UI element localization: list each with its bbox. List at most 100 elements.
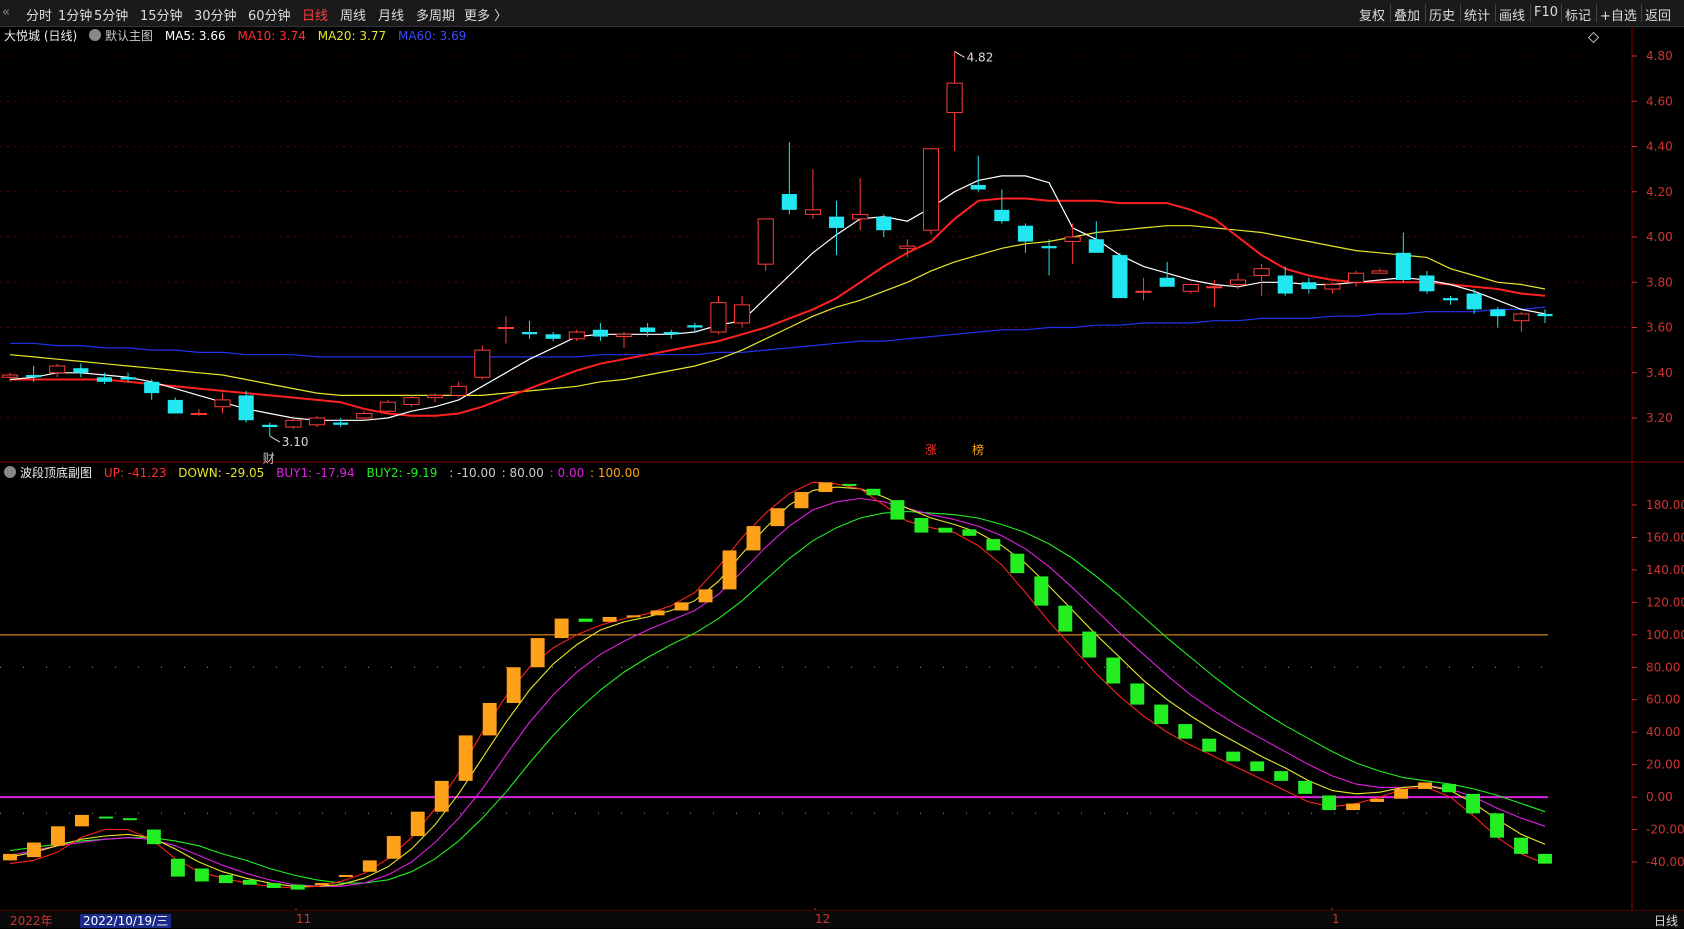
toolbar-separator — [1390, 4, 1391, 22]
toolbar-button-3[interactable]: 统计 — [1464, 5, 1490, 24]
candle-body-down — [687, 325, 703, 328]
sub-bar — [1538, 853, 1552, 864]
candle-body-down — [144, 381, 160, 394]
candle-body-up — [615, 333, 633, 338]
nav-back-icon[interactable]: « — [2, 5, 10, 20]
sub-bar — [1106, 657, 1121, 684]
candle-body-down — [96, 377, 113, 382]
candle-body-up — [190, 412, 207, 415]
sub-bar — [554, 618, 569, 639]
sub-tick-label: 140.00 — [1646, 563, 1684, 577]
candle-body-up — [1182, 284, 1199, 292]
sub-bar — [1514, 837, 1528, 854]
month-label-11: 11 — [296, 912, 312, 926]
candle-body-down — [1159, 277, 1175, 287]
sub-bar — [794, 492, 809, 509]
main-tick-label: 4.80 — [1646, 49, 1673, 63]
sub-bar — [434, 780, 449, 812]
candle-body-down — [828, 216, 845, 228]
event-marker-zhang: 涨 — [925, 442, 937, 457]
top-toolbar: « 分时 1分钟 5分钟 15分钟 30分钟 60分钟 日线 周线 月线 多周期 更多 〉 复权 叠加… — [0, 0, 1684, 27]
period-tab-4[interactable]: 30分钟 — [194, 5, 237, 24]
sub-bar — [1130, 683, 1145, 705]
ma10-line — [10, 197, 1546, 417]
period-tab-5[interactable]: 60分钟 — [248, 5, 291, 24]
toolbar-button-7[interactable]: +自选 — [1600, 5, 1637, 24]
sub-bar — [3, 853, 17, 861]
candle-body-up — [1513, 313, 1530, 322]
candle-body-down — [1466, 293, 1482, 310]
main-tick-label: 3.20 — [1646, 411, 1673, 425]
sub-bar — [842, 483, 857, 486]
period-tab-6[interactable]: 日线 — [302, 5, 328, 24]
sub-bar — [1394, 788, 1409, 799]
candle-body-up — [450, 385, 467, 396]
candle-body-up — [403, 397, 420, 405]
candle-body-up — [497, 327, 514, 329]
ma20-line — [9, 225, 1546, 396]
event-marker-cai: 财 — [263, 452, 275, 466]
toolbar-separator — [1641, 4, 1642, 22]
candle-body-down — [1112, 255, 1128, 299]
chart-canvas[interactable]: 4.80 4.60 4.40 4.20 4.00 3.80 3.60 3.40 3.20 4.82… — [0, 26, 1684, 910]
sub-tick-label: 160.00 — [1646, 530, 1684, 544]
sub-bar — [602, 616, 617, 622]
period-tab-7[interactable]: 周线 — [340, 5, 366, 24]
period-tab-9[interactable]: 多周期 — [416, 5, 455, 24]
sub-tick-label: -20.00 — [1646, 823, 1684, 837]
sub-bar — [1250, 761, 1265, 772]
toolbar-button-8[interactable]: 返回 — [1645, 5, 1671, 24]
sub-bar — [482, 702, 497, 736]
sub-bar — [146, 829, 161, 845]
candle-body-down — [1419, 275, 1435, 292]
toolbar-separator — [1530, 4, 1531, 22]
sub-bar — [242, 879, 257, 885]
period-tab-1[interactable]: 1分钟 — [58, 5, 92, 24]
sub-tick-label: -40.00 — [1646, 855, 1684, 869]
sub-bar — [27, 842, 41, 858]
sub-bar — [914, 517, 929, 533]
toolbar-button-6[interactable]: 标记 — [1565, 5, 1591, 24]
sub-bar — [698, 589, 713, 603]
sub-bar — [51, 826, 65, 846]
candle-body-up — [214, 399, 231, 408]
toolbar-button-2[interactable]: 历史 — [1429, 5, 1455, 24]
period-tab-2[interactable]: 5分钟 — [94, 5, 128, 24]
low-price-label: 3.10 — [282, 435, 309, 449]
candle-body-up — [1253, 268, 1270, 276]
sub-bar — [1178, 724, 1193, 739]
toolbar-button-4[interactable]: 画线 — [1499, 5, 1525, 24]
sub-tick-label: 120.00 — [1646, 595, 1684, 609]
sub-bar — [1466, 793, 1481, 814]
candle-body-down — [262, 424, 278, 428]
sub-bar — [1058, 605, 1073, 632]
sub-bar — [194, 868, 209, 882]
candle-body-down — [545, 334, 561, 339]
main-tick-label: 4.60 — [1646, 94, 1673, 108]
main-tick-label: 4.40 — [1646, 140, 1673, 154]
sub-bar — [1370, 798, 1385, 802]
sub-bar — [938, 527, 953, 533]
event-marker-bang: 榜 — [972, 442, 984, 457]
sub-bar — [1274, 771, 1289, 781]
toolbar-button-5[interactable]: F10 — [1534, 5, 1558, 20]
sub-bar — [386, 836, 401, 859]
sub-bar — [266, 883, 281, 888]
toolbar-button-0[interactable]: 复权 — [1359, 5, 1385, 24]
year-label: 2022年 — [10, 914, 53, 928]
high-price-label: 4.82 — [967, 50, 994, 64]
candle-body-up — [285, 419, 302, 428]
candle-body-up — [946, 82, 963, 114]
sub-tick-label: 80.00 — [1646, 660, 1680, 674]
sub-bar — [578, 618, 593, 622]
month-label-1: 1 — [1332, 912, 1340, 926]
candle-body-down — [1395, 252, 1411, 280]
period-tab-8[interactable]: 月线 — [378, 5, 404, 24]
period-tab-10[interactable]: 更多 〉 — [464, 5, 507, 24]
period-tab-0[interactable]: 分时 — [26, 5, 52, 24]
sub-bar — [1298, 780, 1313, 794]
period-tab-3[interactable]: 15分钟 — [140, 5, 183, 24]
toolbar-button-1[interactable]: 叠加 — [1394, 5, 1420, 24]
month-label-12: 12 — [815, 912, 831, 926]
candle-body-down — [592, 329, 608, 337]
